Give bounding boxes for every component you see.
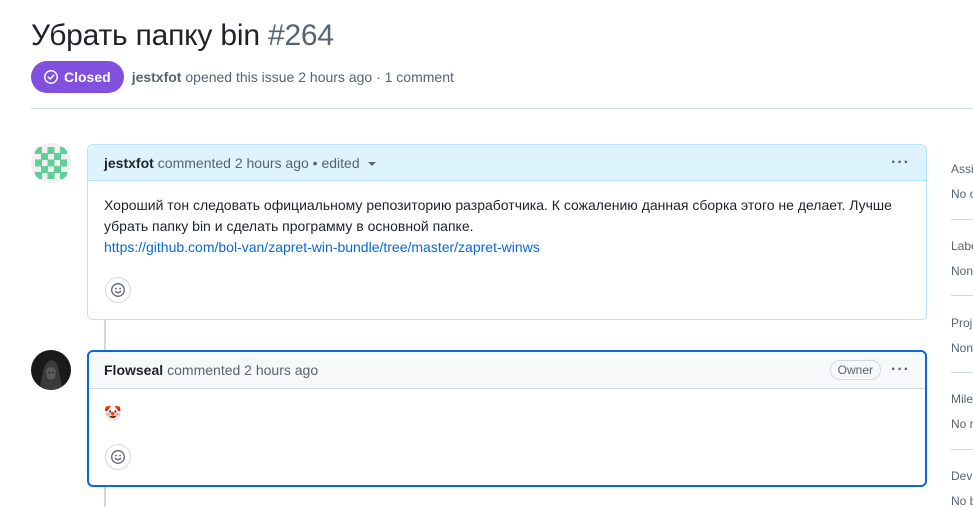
avatar-photo <box>31 350 71 390</box>
issue-author-link[interactable]: jestxfot <box>132 69 182 85</box>
sidebar-heading: Mile <box>951 392 973 406</box>
sidebar-milestone[interactable]: Mile No r <box>951 392 973 431</box>
sidebar-heading: Labe <box>951 239 973 253</box>
sidebar-heading: Proj <box>951 316 973 330</box>
state-badge-label: Closed <box>64 69 111 85</box>
avatar-jestxfot[interactable] <box>31 143 71 183</box>
sidebar-labels[interactable]: Labe Non <box>951 239 973 278</box>
comment-timestamp[interactable]: commented 2 hours ago • edited <box>158 155 360 171</box>
issue-closed-icon <box>44 70 58 84</box>
comment-body: 🤡 <box>89 389 925 424</box>
sidebar-divider <box>951 295 973 296</box>
sidebar-assignees[interactable]: Assi No o <box>951 162 973 201</box>
comment-menu-button[interactable]: ··· <box>891 154 910 170</box>
comment-menu-button[interactable]: ··· <box>891 362 910 378</box>
avatar-flowseal[interactable] <box>31 350 71 390</box>
sidebar-value: No r <box>951 417 973 431</box>
issue-meta: jestxfot opened this issue 2 hours ago ·… <box>132 69 454 85</box>
sidebar-value: Non <box>951 341 973 355</box>
issue-state-row: Closed jestxfot opened this issue 2 hour… <box>31 61 454 93</box>
comment-text: 🤡 <box>104 405 122 421</box>
comment-timestamp[interactable]: commented 2 hours ago <box>167 362 318 378</box>
comment-text: Хороший тон следовать официальному репоз… <box>104 197 892 234</box>
sidebar-divider <box>951 219 973 220</box>
issue-opened-text: opened this issue 2 hours ago · 1 commen… <box>185 69 454 85</box>
triangle-down-icon[interactable] <box>367 162 376 166</box>
header-divider <box>31 108 973 109</box>
sidebar-value: No o <box>951 187 973 201</box>
sidebar-divider <box>951 372 973 373</box>
sidebar-heading: Assi <box>951 162 973 176</box>
comment-author[interactable]: jestxfot <box>104 155 154 171</box>
sidebar-value: Non <box>951 264 973 278</box>
comment-header: jestxfot commented 2 hours ago • edited … <box>88 145 926 181</box>
add-reaction-button[interactable] <box>105 444 131 470</box>
comment-flowseal: Flowseal commented 2 hours ago Owner ···… <box>87 350 927 487</box>
issue-sidebar: Assi No o Labe Non Proj Non Mile No r De… <box>951 0 973 507</box>
state-badge: Closed <box>31 61 124 93</box>
owner-badge: Owner <box>829 360 882 380</box>
sidebar-projects[interactable]: Proj Non <box>951 316 973 355</box>
comment-link[interactable]: https://github.com/bol-van/zapret-win-bu… <box>104 239 540 255</box>
smiley-icon <box>111 450 125 464</box>
issue-title: Убрать папку bin #264 <box>31 17 334 55</box>
smiley-icon <box>111 283 125 297</box>
sidebar-value: No b <box>951 494 973 507</box>
avatar-identicon <box>31 143 71 183</box>
comment-header: Flowseal commented 2 hours ago Owner ··· <box>89 352 925 389</box>
add-reaction-button[interactable] <box>105 277 131 303</box>
issue-title-text: Убрать папку bin <box>31 19 260 52</box>
comment-author[interactable]: Flowseal <box>104 362 163 378</box>
comment-jestxfot: jestxfot commented 2 hours ago • edited … <box>87 144 927 320</box>
issue-number: #264 <box>267 19 334 52</box>
sidebar-development[interactable]: Dev No b <box>951 469 973 507</box>
sidebar-divider <box>951 449 973 450</box>
comment-body: Хороший тон следовать официальному репоз… <box>88 181 926 258</box>
sidebar-heading: Dev <box>951 469 973 483</box>
